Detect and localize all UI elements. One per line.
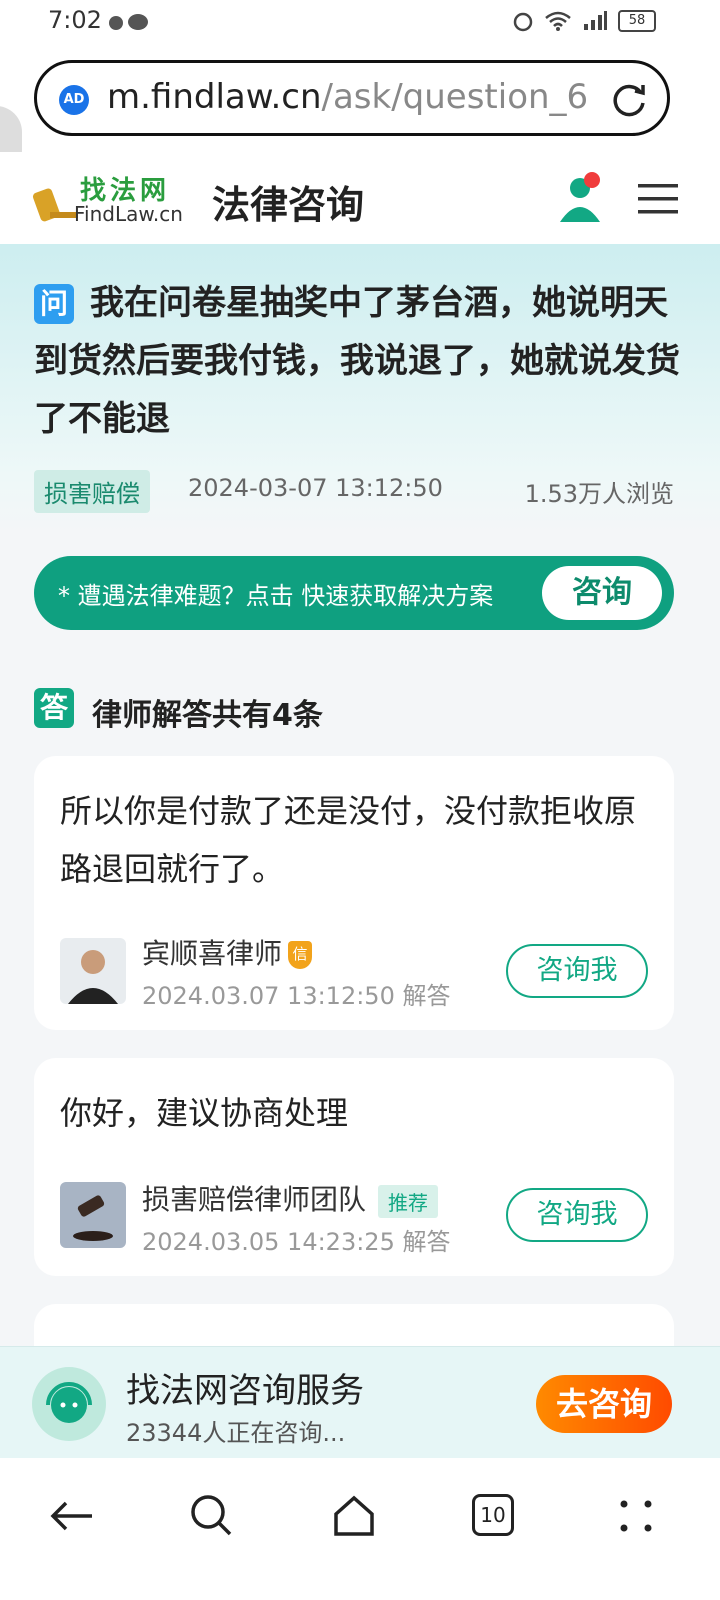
view-count: 1.53万人浏览 [524,480,674,508]
lawyer-avatar[interactable] [60,938,126,1004]
menu-icon[interactable] [638,182,678,216]
consult-button[interactable]: 咨询 [542,566,662,620]
lawyer-name-row[interactable]: 损害赔偿律师团队 推荐 [142,1178,439,1218]
alarm-icon [513,12,533,32]
findlaw-logo[interactable]: 找法网 FindLaw.cn [30,170,183,230]
consult-banner[interactable]: * 遭遇法律难题？点击 快速获取解决方案 咨询 [34,556,674,630]
home-icon[interactable] [330,1492,378,1540]
notification-icons [108,12,152,38]
lawyer-name[interactable]: 宾顺喜律师 [142,937,282,970]
question-date: 2024-03-07 13:12:50 [188,474,443,502]
headset-icon [32,1367,106,1441]
gavel-photo-icon [60,1182,126,1248]
back-icon[interactable] [48,1492,96,1540]
answer-card: 你好，建议协商处理 损害赔偿律师团队 推荐 2024.03.05 14:23:25… [34,1058,674,1276]
page-title: 法律咨询 [212,183,365,227]
answer-time: 2024.03.05 14:23:25 解答 [142,1228,451,1256]
lawyer-name[interactable]: 损害赔偿律师团队 [142,1183,366,1216]
question-text: 我在问卷星抽奖中了茅台酒，她说明天到货然后要我付钱，我说退了，她就说发货了不能退 [34,283,680,439]
notification-bell-chat-icon [109,14,148,30]
browser-toolbar: AD m.findlaw.cn/ask/question_64 [0,46,720,176]
lawyer-name-row[interactable]: 宾顺喜律师信 [142,932,313,972]
wifi-icon [545,11,571,31]
lawyer-photo-icon [60,938,126,1004]
more-icon[interactable] [612,1492,660,1540]
ad-block-icon[interactable]: AD [59,85,89,115]
service-subtitle: 23344人正在咨询... [126,1419,346,1447]
question-section: 问 我在问卷星抽奖中了茅台酒，她说明天到货然后要我付钱，我说退了，她就说发货了不… [0,244,720,534]
lawyer-avatar[interactable] [60,1182,126,1248]
tab-count: 10 [480,1503,506,1527]
consult-me-button[interactable]: 咨询我 [506,944,648,998]
go-consult-button[interactable]: 去咨询 [536,1375,672,1433]
answer-card: 所以你是付款了还是没付，没付款拒收原路退回就行了。 宾顺喜律师信 2024.03… [34,756,674,1030]
url-path: /ask/question_64 [321,77,588,117]
answers-title: 律师解答共有4条 [92,698,323,733]
status-time: 7:02 [48,6,102,34]
address-bar[interactable]: AD m.findlaw.cn/ask/question_64 [34,60,670,136]
search-icon[interactable] [188,1492,236,1540]
answer-text: 所以你是付款了还是没付，没付款拒收原路退回就行了。 [60,792,637,888]
status-bar: 7:02 58 [0,0,720,46]
consult-me-button[interactable]: 咨询我 [506,1188,648,1242]
site-header: 找法网 FindLaw.cn 法律咨询 [0,152,720,245]
banner-text: * 遭遇法律难题？点击 快速获取解决方案 [58,582,494,610]
battery-icon: 58 [618,10,656,32]
url-host: m.findlaw.cn [107,77,322,117]
answer-time: 2024.03.07 13:12:50 解答 [142,982,451,1010]
recommended-badge: 推荐 [378,1184,439,1218]
url-text[interactable]: m.findlaw.cn/ask/question_64 [107,77,587,117]
verified-badge: 信 [288,941,313,969]
reload-icon[interactable] [611,81,649,119]
signal-icon [584,11,607,30]
category-tag[interactable]: 损害赔偿 [34,470,150,513]
browser-nav-bar: 10 [0,1458,720,1600]
gavel-logo-icon [32,188,78,222]
service-title: 找法网咨询服务 [126,1371,364,1411]
answer-text: 你好，建议协商处理 [60,1094,349,1132]
answer-badge: 答 [34,688,74,728]
logo-english: FindLaw.cn [74,202,183,226]
tabs-icon[interactable]: 10 [472,1494,514,1536]
user-icon[interactable] [558,172,606,224]
consult-service-bar[interactable]: 找法网咨询服务 23344人正在咨询... 去咨询 [0,1346,720,1459]
status-icons: 58 [512,10,656,32]
